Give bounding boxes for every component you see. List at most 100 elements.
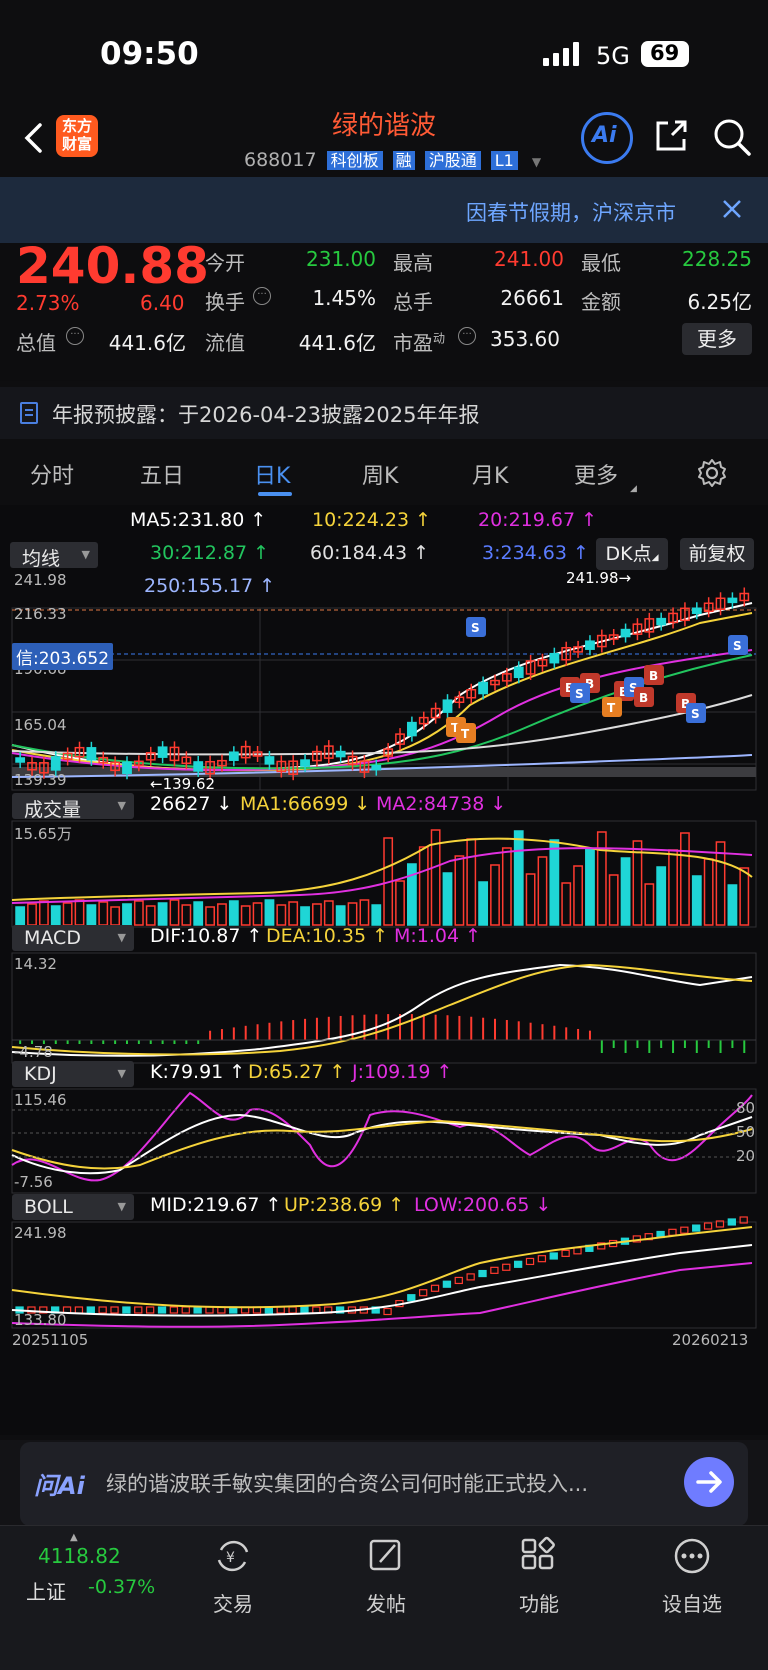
volume-bar xyxy=(27,903,37,926)
status-bar: 09:50 5G 69 xyxy=(0,0,768,110)
volume-bar xyxy=(193,901,204,926)
index-change: -0.37% xyxy=(88,1576,156,1598)
volume-bar xyxy=(537,856,548,926)
index-ticker[interactable]: ▲ 4118.82 上证 -0.37% xyxy=(0,1526,155,1646)
tab-intraday[interactable]: 分时 xyxy=(30,458,74,490)
k-ylabel-4: 165.04 xyxy=(14,716,67,734)
kline-chart-area[interactable]: MA5:231.80 ↑ 10:224.23 ↑ 20:219.67 ↑ 均线 ▼… xyxy=(0,505,768,1435)
stock-code-row: 688017 科创板 融 沪股通 L1 ▼ xyxy=(244,147,541,173)
volume-bar xyxy=(668,849,678,926)
date-start: 20251105 xyxy=(12,1331,89,1349)
report-notice[interactable]: 年报预披露：于2026-04-23披露2025年年报 xyxy=(0,387,768,439)
boll-candle xyxy=(549,1252,558,1260)
search-icon[interactable] xyxy=(712,117,752,157)
tag-kcb: 科创板 xyxy=(326,151,383,170)
max-price-value: 241.98 xyxy=(566,569,619,587)
volume-bar xyxy=(86,904,97,926)
volume-bar xyxy=(145,905,156,926)
pe-label: 市盈动 xyxy=(393,327,445,356)
tag-hgt: 沪股通 xyxy=(424,151,481,170)
volume-selector-label: 成交量 xyxy=(24,799,82,821)
share-icon[interactable] xyxy=(652,117,690,155)
boll-candle xyxy=(288,1306,297,1314)
battery-icon: 69 xyxy=(641,41,689,67)
chevron-down-icon[interactable]: ▼ xyxy=(532,155,541,169)
volume-label: 总手 xyxy=(393,290,433,314)
kline-chart[interactable]: S S B B S B S B B T B S T T xyxy=(0,505,768,1435)
volume-bar xyxy=(335,905,346,926)
ai-button[interactable]: Ai xyxy=(581,112,633,164)
volume-bar xyxy=(371,904,382,926)
amount-label: 金额 xyxy=(581,290,621,314)
volume-ma2-value: MA2:84738 xyxy=(376,793,485,815)
ai-question-bar[interactable]: 问Ai 绿的谐波联手敏实集团的合资公司何时能正式投入... xyxy=(20,1442,748,1526)
tab-daily-k[interactable]: 日K xyxy=(254,458,290,490)
boll-candle xyxy=(407,1294,416,1302)
grid-icon xyxy=(519,1536,559,1576)
boll-candle xyxy=(466,1273,475,1281)
low-label: 最低 xyxy=(581,251,621,275)
document-icon xyxy=(20,402,38,424)
boll-candle xyxy=(134,1306,143,1314)
tab-trade-label: 交易 xyxy=(213,1592,253,1616)
tab-weekly-k[interactable]: 周K xyxy=(362,458,398,490)
volume-bar xyxy=(133,900,144,926)
turnover-label: 换手 xyxy=(205,290,245,314)
volume-selector[interactable]: 成交量 ▼ xyxy=(12,793,134,821)
volume-bar xyxy=(739,867,750,926)
boll-bottom-label: 133.80 xyxy=(14,1311,67,1329)
volume-bar xyxy=(264,899,275,926)
ai-button-label: Ai xyxy=(592,123,617,148)
macd-dea: DEA:10.35 ↑ xyxy=(266,925,389,947)
mktcap-value: 441.6亿 xyxy=(108,331,186,355)
kdj-selector[interactable]: KDJ ▼ xyxy=(12,1061,134,1087)
caret-icon: ◢ xyxy=(630,484,637,494)
more-button[interactable]: 更多 xyxy=(682,323,752,355)
close-icon[interactable] xyxy=(720,197,744,221)
ai-question-text: 绿的谐波联手敏实集团的合资公司何时能正式投入... xyxy=(106,1472,589,1496)
boll-mid-value: MID:219.67 xyxy=(150,1194,260,1216)
tab-five-day[interactable]: 五日 xyxy=(140,458,184,490)
boll-selector[interactable]: BOLL ▼ xyxy=(12,1194,134,1220)
volume-bar xyxy=(50,905,61,926)
amount-value: 6.25亿 xyxy=(687,290,752,314)
info-icon[interactable]: ··· xyxy=(253,287,271,305)
k-ylabel-2: 216.33 xyxy=(14,605,67,623)
macd-selector[interactable]: MACD ▼ xyxy=(12,925,134,951)
kdj-d: D:65.27 ↑ xyxy=(248,1061,346,1083)
info-icon[interactable]: ··· xyxy=(66,327,84,345)
k-ylabel-bottom: 139.39 xyxy=(14,771,67,789)
k-ylabel-top: 241.98 xyxy=(14,571,67,589)
boll-candle xyxy=(169,1306,179,1314)
info-icon[interactable]: ··· xyxy=(458,327,476,345)
volume-bar xyxy=(525,873,536,926)
volume-current: 26627 xyxy=(150,793,211,815)
macd-selector-label: MACD xyxy=(24,927,81,949)
boll-candle xyxy=(478,1269,487,1278)
mktcap-label: 总值 xyxy=(16,331,56,355)
svg-text:B: B xyxy=(649,669,658,683)
arrow-right-icon[interactable] xyxy=(684,1457,734,1507)
tab-monthly-k[interactable]: 月K xyxy=(472,458,508,490)
volume-bar xyxy=(74,899,85,926)
volume-bar xyxy=(466,838,477,926)
volume-bar xyxy=(656,866,667,926)
holiday-banner[interactable]: 因春节假期，沪深京市 xyxy=(0,177,768,243)
volume-bar xyxy=(703,858,714,926)
volume-bar xyxy=(98,901,109,926)
gear-icon[interactable] xyxy=(697,458,727,488)
bottom-tab-bar: ▲ 4118.82 上证 -0.37% ¥ 交易 发帖 功能 设自选 xyxy=(0,1525,768,1670)
boll-candle xyxy=(419,1289,428,1297)
macd-top-label: 14.32 xyxy=(14,955,57,973)
boll-candle xyxy=(86,1306,95,1314)
boll-candle xyxy=(122,1306,131,1314)
tab-more[interactable]: 更多 xyxy=(574,458,618,490)
kdj-bottom-label: -7.56 xyxy=(14,1173,53,1191)
volume-bar xyxy=(691,875,702,926)
tag-rong: 融 xyxy=(392,151,415,170)
macd-m-value: M:1.04 xyxy=(394,925,460,947)
volume-bar xyxy=(573,865,583,926)
trade-icon: ¥ xyxy=(213,1536,253,1576)
kdj-ref-20: 20 xyxy=(736,1147,756,1165)
min-price-marker: ←139.62 xyxy=(150,775,216,793)
